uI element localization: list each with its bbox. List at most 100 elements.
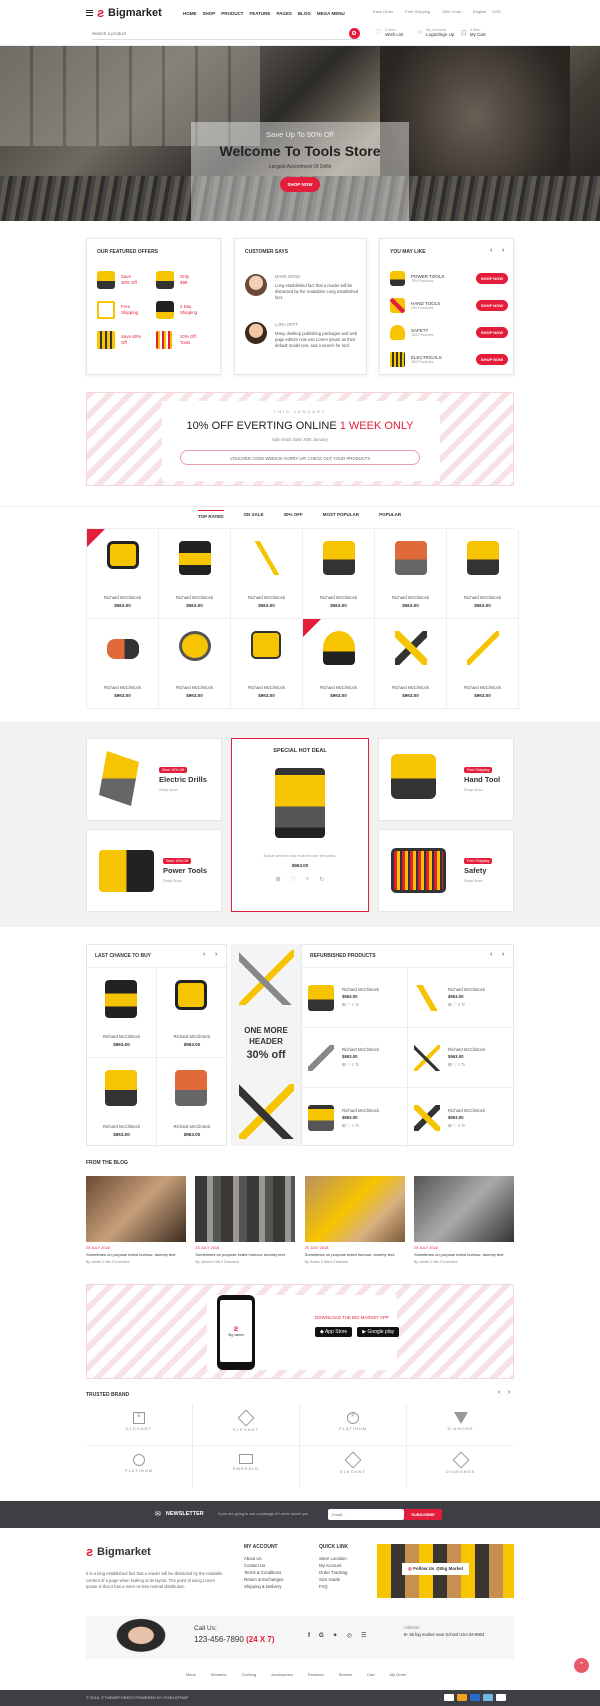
wishlist[interactable]: ♡ 0 Item Wish List [375, 28, 403, 37]
cart[interactable]: ⊡ 0 Item My Cart [461, 28, 486, 37]
product-actions[interactable]: ⊞ ♡ ⌕ ↻ [448, 1062, 485, 1068]
category-banner-power-tools[interactable]: Save 10% Off Power Tools Shop Now [86, 829, 222, 912]
menu-icon[interactable] [86, 10, 93, 16]
tab-30-off[interactable]: 30% OFF [284, 512, 303, 517]
product-actions[interactable]: ⊞ ♡ ⌕ ↻ [342, 1062, 379, 1068]
next-arrow-icon[interactable]: › [502, 247, 504, 254]
offer-item[interactable]: Save 30% Off [97, 271, 156, 289]
footer-link[interactable]: Shipping & Delivery [244, 1583, 283, 1590]
brand-logo[interactable]: EMERALD [193, 1446, 300, 1488]
brand-logo[interactable]: ELEGANT [193, 1404, 300, 1446]
category-banner-hand-tool[interactable]: Free Shipping Hand Tool Shop Now [378, 738, 514, 821]
bottom-link[interactable]: My Order [390, 1672, 407, 1677]
voucher-button[interactable]: VOUCHER CODE WEEK20 HURRY UP! CHECK OUT … [180, 450, 420, 465]
prev-arrow-icon[interactable]: ‹ [498, 1389, 500, 1396]
blog-post[interactable]: 25 JULY 2018 Sometimes on purpose ected … [413, 1176, 514, 1264]
search-input[interactable] [92, 29, 332, 38]
instagram-icon[interactable]: ◎ [347, 1632, 352, 1639]
shop-now-button[interactable]: SHOP NOW [476, 273, 508, 284]
prev-arrow-icon[interactable]: ‹ [203, 951, 205, 958]
brand-logo[interactable]: PLATINUM [86, 1446, 193, 1488]
product-actions[interactable]: ⊞ ♡ ⌕ ↻ [342, 1123, 379, 1129]
app-store-button[interactable]: ◆ App Store [315, 1327, 353, 1337]
hot-deal[interactable]: SPECIAL HOT DEAL Actual services has evo… [231, 738, 369, 912]
footer-link[interactable]: Return & Exchanges [244, 1576, 283, 1583]
nav-feature[interactable]: FEATURE [250, 11, 271, 16]
blog-post[interactable]: 25 JULY 2018 Sometimes on purpose ected … [195, 1176, 296, 1264]
nav-product[interactable]: PRODUCT [221, 11, 243, 16]
list-item[interactable]: Richard McClintock $963.00 ⊞ ♡ ⌕ ↻ [408, 968, 514, 1028]
list-item[interactable]: Richard McClintock $963.00 ⊞ ♡ ⌕ ↻ [302, 1028, 408, 1088]
blog-post[interactable]: 25 JULY 2018 Sometimes on purpose ected … [304, 1176, 405, 1264]
list-item[interactable]: Richard McClintock $963.00 ⊞ ♡ ⌕ ↻ [408, 1088, 514, 1148]
category-banner-safety[interactable]: Free Shipping Safety Shop Now [378, 829, 514, 912]
product-actions[interactable]: ⊞ ♡ ⌕ ↻ [342, 1002, 379, 1008]
bottom-link[interactable]: Featured [308, 1672, 324, 1677]
offer-item[interactable]: Free Shipping [97, 301, 156, 319]
shop-link[interactable]: Shop Now [163, 878, 181, 883]
next-arrow-icon[interactable]: › [215, 951, 217, 958]
prev-arrow-icon[interactable]: ‹ [490, 247, 492, 254]
instagram-grid[interactable]: ◎ Follow Us @Big Market [377, 1544, 514, 1598]
nav-shop[interactable]: SHOP [203, 11, 216, 16]
newsletter-email-input[interactable] [328, 1509, 404, 1520]
brand-logo[interactable]: DIAMONDS [407, 1446, 514, 1488]
product-card[interactable]: Richard McClintock $963.00 [157, 968, 227, 1058]
brand-logo[interactable]: ELEGANT [300, 1446, 407, 1488]
product-card[interactable]: Richard McClintock $963.00 [303, 619, 375, 709]
product-card[interactable]: Richard McClintock $963.00 [447, 619, 519, 709]
product-card[interactable]: Richard McClintock $963.00 [375, 619, 447, 709]
footer-link[interactable]: Store Location [319, 1555, 348, 1562]
shop-now-button[interactable]: SHOP NOW [476, 327, 508, 338]
product-card[interactable]: Richard McClintock $963.00 [231, 619, 303, 709]
phone-number[interactable]: 123-456-7890 [194, 1635, 244, 1644]
subscribe-button[interactable]: SUBSCRIBE [404, 1509, 442, 1520]
google-plus-icon[interactable]: G [319, 1633, 324, 1639]
offer-item[interactable]: Save 60% Off [97, 331, 156, 349]
product-card[interactable]: Richard McClintock $963.00 [87, 1058, 157, 1148]
category-banner-drills[interactable]: Save 10% Off Electric Drills Shop Now [86, 738, 222, 821]
product-actions[interactable]: ⊞ ♡ ⌕ ↻ [448, 1002, 485, 1008]
nav-mega-menu[interactable]: MEGA MENU [317, 11, 345, 16]
brand-logo[interactable]: DIAMOND [407, 1404, 514, 1446]
footer-link[interactable]: My Account [319, 1562, 348, 1569]
footer-link[interactable]: Terms & Conditions [244, 1569, 283, 1576]
middle-promo[interactable]: ONE MORE HEADER 30% off [231, 944, 301, 1146]
prev-arrow-icon[interactable]: ‹ [490, 951, 492, 958]
search-icon[interactable]: ⌕ [306, 876, 309, 883]
account[interactable]: ☺ My Account Login/Sign Up [416, 28, 454, 37]
logo[interactable]: Bigmarket [108, 7, 162, 19]
top-link-track[interactable]: Track Order [372, 9, 393, 14]
facebook-icon[interactable]: f [308, 1633, 310, 1639]
bottom-link[interactable]: Womens [211, 1672, 227, 1677]
currency-select[interactable]: USD [492, 9, 500, 14]
footer-link[interactable]: FAQ [319, 1583, 348, 1590]
product-card[interactable]: Richard McClintock $963.00 [303, 529, 375, 619]
bottom-link[interactable]: Clothing [242, 1672, 257, 1677]
offer-item[interactable]: 2 Day Shipping [156, 301, 215, 319]
bottom-link[interactable]: Service [339, 1672, 352, 1677]
nav-home[interactable]: HOME [183, 11, 197, 16]
rss-icon[interactable]: ☰ [361, 1632, 366, 1639]
product-card[interactable]: Richard McClintock $963.00 [231, 529, 303, 619]
logo-icon[interactable]: ƨ [97, 6, 106, 19]
next-arrow-icon[interactable]: › [508, 1389, 510, 1396]
language-select[interactable]: English [473, 9, 486, 14]
list-item[interactable]: Richard McClintock $963.00 ⊞ ♡ ⌕ ↻ [302, 1088, 408, 1148]
top-link-offer[interactable]: Offer Zone [442, 9, 461, 14]
brand-logo[interactable]: E ELEGANT [86, 1404, 193, 1446]
product-card[interactable]: Richard McClintock $963.00 [447, 529, 519, 619]
heart-icon[interactable]: ♡ [291, 876, 296, 883]
scroll-top-button[interactable]: ⌃ [574, 1658, 589, 1673]
shop-link[interactable]: Shop Now [159, 787, 177, 792]
tab-popular[interactable]: POPULAR [379, 512, 401, 517]
footer-link[interactable]: Order Tracking [319, 1569, 348, 1576]
footer-link[interactable]: Size Guide [319, 1576, 348, 1583]
footer-link[interactable]: About Us [244, 1555, 283, 1562]
shop-link[interactable]: Shop Now [464, 878, 482, 883]
shop-now-button[interactable]: SHOP NOW [476, 354, 508, 365]
footer-logo[interactable]: Bigmarket [97, 1546, 151, 1558]
shop-link[interactable]: Shop Now [464, 787, 482, 792]
cart-icon[interactable]: ⊞ [276, 876, 281, 883]
blog-post[interactable]: 25 JULY 2018 Sometimes on purpose ected … [86, 1176, 186, 1264]
